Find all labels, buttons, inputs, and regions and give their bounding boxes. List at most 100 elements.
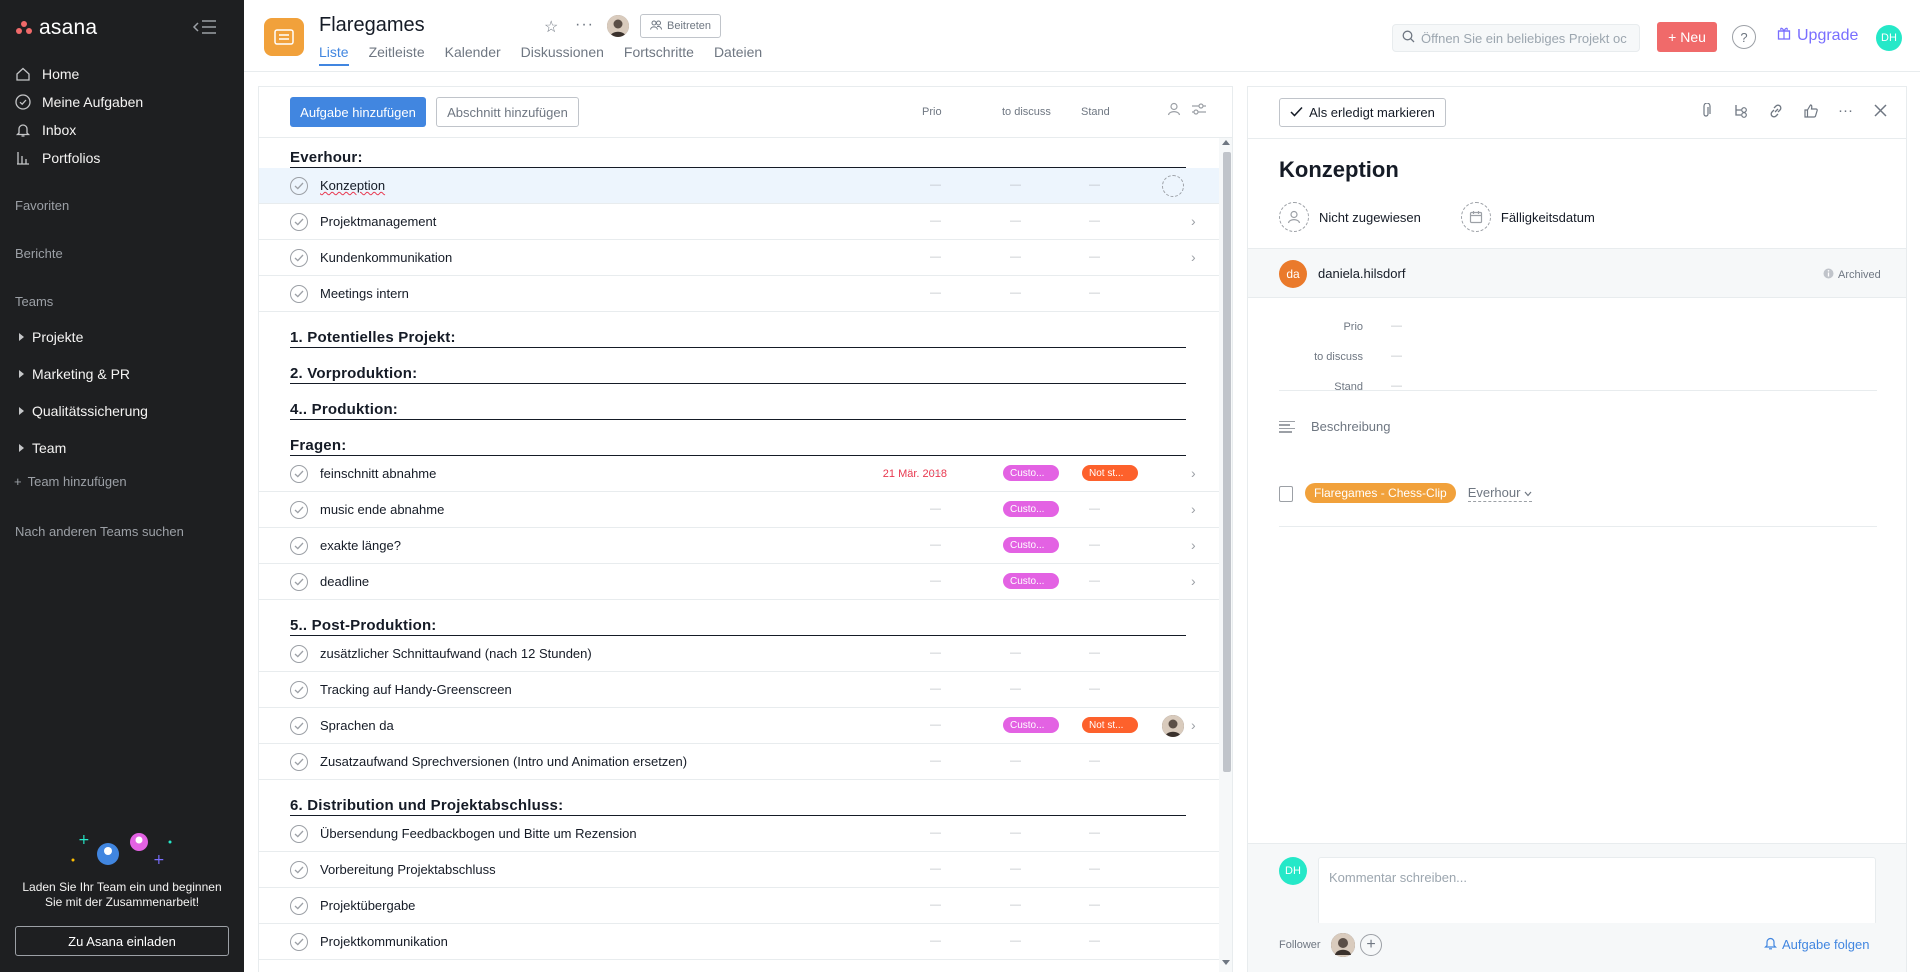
stand-cell[interactable]: — [1089,287,1100,299]
task-name[interactable]: feinschnitt abnahme [320,466,436,481]
task-row[interactable]: Tracking auf Handy-Greenscreen — — — [259,672,1219,708]
stand-cell[interactable]: — [1089,251,1100,263]
customize-columns-icon[interactable] [1191,102,1209,120]
link-icon[interactable] [1766,101,1785,120]
section-header[interactable]: 5.. Post-Produktion: [290,600,1186,636]
asana-logo[interactable]: asana [16,16,97,40]
section-title[interactable]: Everhour: [290,149,363,166]
to-discuss-cell[interactable]: — [1010,935,1021,947]
task-row[interactable]: Projektmanagement — — — › [259,204,1219,240]
follow-task-button[interactable]: Aufgabe folgen [1764,936,1869,953]
list-scrollbar[interactable] [1219,138,1232,972]
project-tag[interactable]: Flaregames - Chess-Clip [1305,483,1456,503]
prio-cell[interactable]: — [930,179,941,191]
task-complete-checkbox[interactable] [290,753,308,771]
sidebar-item-inbox[interactable]: Inbox [14,116,234,144]
sidebar-item-home[interactable]: Home [14,60,234,88]
sidebar-team-projekte[interactable]: Projekte [14,318,234,355]
prio-cell[interactable]: — [930,755,941,767]
sidebar-item-portfolios[interactable]: Portfolios [14,144,234,172]
task-name[interactable]: Sprachen da [320,718,394,733]
task-row[interactable]: Zusatzaufwand Sprechversionen (Intro und… [259,744,1219,780]
prio-cell[interactable]: — [930,467,941,479]
tab-fortschritte[interactable]: Fortschritte [624,44,694,66]
sidebar-item-my-tasks[interactable]: Meine Aufgaben [14,88,234,116]
task-row[interactable]: music ende abnahme — Custo... — › [259,492,1219,528]
stand-cell[interactable]: — [1089,863,1100,875]
section-title[interactable]: 2. Vorproduktion: [290,365,417,382]
task-complete-checkbox[interactable] [290,933,308,951]
stand-cell[interactable]: — [1089,575,1100,587]
column-header-prio[interactable]: Prio [922,106,942,118]
field-value[interactable]: — [1391,350,1402,362]
prio-cell[interactable]: — [930,935,941,947]
field-value[interactable]: — [1391,320,1402,332]
section-dropdown[interactable]: Everhour [1467,484,1533,502]
task-name[interactable]: Kundenkommunikation [320,250,452,265]
task-name[interactable]: Zusatzaufwand Sprechversionen (Intro und… [320,754,687,769]
section-header[interactable]: Fragen: [290,420,1186,456]
scroll-down-icon[interactable] [1222,960,1230,965]
like-icon[interactable] [1801,101,1820,120]
teams-heading[interactable]: Teams [15,294,53,309]
to-discuss-cell[interactable]: — [1010,827,1021,839]
field-stand[interactable]: Stand — [1279,373,1877,403]
stand-cell[interactable]: — [1089,503,1100,515]
task-name[interactable]: deadline [320,574,369,589]
prio-cell[interactable]: — [930,215,941,227]
due-date-field[interactable]: Fälligkeitsdatum [1460,202,1595,232]
section-title[interactable]: 4.. Produktion: [290,401,398,418]
section-title[interactable]: 1. Potentielles Projekt: [290,329,456,346]
task-name[interactable]: Vorbereitung Projektabschluss [320,862,496,877]
section-header[interactable]: 6. Distribution und Projektabschluss: [290,780,1186,816]
task-complete-checkbox[interactable] [290,465,308,483]
task-name[interactable]: Projektkommunikation [320,934,448,949]
task-row[interactable]: Meetings intern — — — [259,276,1219,312]
stand-cell[interactable]: — [1089,755,1100,767]
section-header[interactable]: 1. Potentielles Projekt: [290,312,1186,348]
prio-cell[interactable]: — [930,719,941,731]
browse-teams-link[interactable]: Nach anderen Teams suchen [15,524,184,539]
task-complete-checkbox[interactable] [290,573,308,591]
invite-button[interactable]: Zu Asana einladen [15,926,229,956]
follower-avatar[interactable] [1331,933,1355,957]
to-discuss-cell[interactable]: — [1010,647,1021,659]
sidebar-team-marketing[interactable]: Marketing & PR [14,355,234,392]
prio-cell[interactable]: — [930,287,941,299]
task-complete-checkbox[interactable] [290,177,308,195]
section-header[interactable]: 4.. Produktion: [290,384,1186,420]
stand-pill[interactable]: Not st... [1082,717,1138,733]
field-prio[interactable]: Prio — [1279,313,1877,343]
prio-cell[interactable]: — [930,683,941,695]
more-icon[interactable]: ··· [1836,101,1855,120]
chevron-right-icon[interactable]: › [1191,501,1196,517]
task-row[interactable]: Konzeption — — — [259,168,1219,204]
tab-zeitleiste[interactable]: Zeitleiste [369,44,425,66]
attachment-icon[interactable] [1696,101,1715,120]
creator-avatar[interactable]: da [1279,260,1307,288]
task-title[interactable]: Konzeption [1279,157,1399,183]
stand-cell[interactable]: — [1089,827,1100,839]
prio-cell[interactable]: — [930,575,941,587]
to-discuss-cell[interactable]: — [1010,755,1021,767]
task-name[interactable]: music ende abnahme [320,502,444,517]
prio-cell[interactable]: — [930,503,941,515]
chevron-right-icon[interactable]: › [1191,465,1196,481]
assignee-avatar[interactable] [1162,715,1184,737]
task-name[interactable]: Übersendung Feedbackbogen und Bitte um R… [320,826,637,841]
member-avatar[interactable] [607,15,629,37]
more-options-icon[interactable]: ··· [575,16,594,34]
task-row[interactable]: feinschnitt abnahme 21 Mär. 2018— Custo...… [259,456,1219,492]
task-complete-checkbox[interactable] [290,285,308,303]
add-section-button[interactable]: Abschnitt hinzufügen [436,97,579,127]
task-complete-checkbox[interactable] [290,717,308,735]
field-value[interactable]: — [1391,380,1402,392]
chevron-right-icon[interactable]: › [1191,213,1196,229]
description-field[interactable]: Beschreibung [1279,419,1391,434]
task-row[interactable]: Projektübergabe — — — [259,888,1219,924]
tab-diskussionen[interactable]: Diskussionen [521,44,604,66]
stand-cell[interactable]: — [1089,899,1100,911]
assignee-column-icon[interactable] [1167,102,1185,120]
star-icon[interactable]: ☆ [544,17,558,37]
task-row[interactable]: Projektkommunikation — — — [259,924,1219,960]
